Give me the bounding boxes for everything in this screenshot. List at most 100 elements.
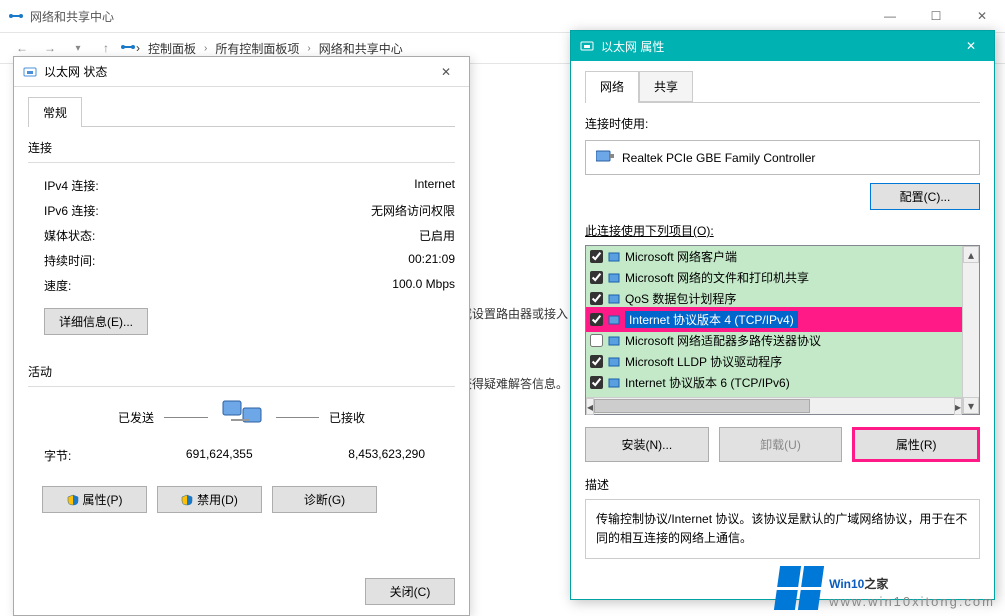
scroll-up-button[interactable]: ▴	[963, 246, 979, 263]
tab-general[interactable]: 常规	[28, 97, 82, 127]
description-text: 传输控制协议/Internet 协议。该协议是默认的广域网络协议，用于在不同的相…	[585, 499, 980, 559]
tab-sharing[interactable]: 共享	[639, 71, 693, 102]
protocol-checkbox[interactable]	[590, 376, 603, 389]
sent-label: 已发送	[44, 409, 154, 426]
props-tabs: 网络 共享	[585, 71, 980, 103]
status-title: 以太网 状态	[44, 63, 107, 80]
protocol-checkbox[interactable]	[590, 250, 603, 263]
protocol-checkbox[interactable]	[590, 355, 603, 368]
uninstall-button[interactable]: 卸载(U)	[719, 427, 843, 462]
received-label: 已接收	[329, 409, 439, 426]
windows-logo-icon	[774, 566, 824, 610]
media-value: 已启用	[419, 227, 455, 244]
ipv6-label: IPv6 连接:	[44, 202, 99, 219]
props-close-button[interactable]: ✕	[956, 32, 986, 60]
list-item[interactable]: Microsoft 网络适配器多路传送器协议	[586, 330, 962, 351]
chevron-icon: ›	[136, 41, 140, 55]
ethernet-status-dialog: 以太网 状态 ✕ 常规 连接 IPv4 连接: Internet IPv6 连接:…	[13, 56, 470, 616]
disable-button[interactable]: 禁用(D)	[157, 486, 262, 513]
ethernet-icon	[579, 38, 595, 54]
list-item[interactable]: Microsoft 网络客户端	[586, 246, 962, 267]
shield-icon	[181, 494, 193, 506]
scroll-thumb[interactable]	[594, 399, 810, 413]
chevron-icon: ›	[204, 43, 207, 54]
network-center-icon	[8, 8, 24, 24]
description-title: 描述	[585, 476, 980, 493]
adapter-name: Realtek PCIe GBE Family Controller	[622, 151, 815, 165]
list-item[interactable]: QoS 数据包计划程序	[586, 288, 962, 309]
vertical-scrollbar[interactable]: ▴ ▾	[962, 246, 979, 414]
list-item[interactable]: Internet 协议版本 4 (TCP/IPv4)	[586, 309, 962, 330]
ipv4-label: IPv4 连接:	[44, 177, 99, 194]
protocol-checkbox[interactable]	[590, 334, 603, 347]
speed-value: 100.0 Mbps	[392, 277, 455, 294]
bytes-label: 字节:	[44, 447, 117, 464]
tab-network[interactable]: 网络	[585, 71, 639, 103]
protocol-label: Internet 协议版本 4 (TCP/IPv4)	[625, 311, 798, 328]
minimize-button[interactable]: —	[867, 0, 913, 32]
duration-label: 持续时间:	[44, 252, 95, 269]
speed-label: 速度:	[44, 277, 71, 294]
ethernet-properties-dialog: 以太网 属性 ✕ 网络 共享 连接时使用: Realtek PCIe GBE F…	[570, 30, 995, 600]
list-item[interactable]: Internet 协议版本 6 (TCP/IPv6)	[586, 372, 962, 393]
status-close-button[interactable]: ✕	[431, 58, 461, 86]
ipv6-value: 无网络访问权限	[371, 202, 455, 219]
scroll-down-button[interactable]: ▾	[963, 397, 979, 414]
ipv4-value: Internet	[414, 177, 455, 194]
status-close-footer-button[interactable]: 关闭(C)	[365, 578, 455, 605]
protocol-checkbox[interactable]	[590, 292, 603, 305]
protocol-icon	[607, 376, 621, 390]
protocol-list[interactable]: Microsoft 网络客户端 Microsoft 网络的文件和打印机共享 QoS …	[585, 245, 980, 415]
shield-icon	[67, 494, 79, 506]
list-item[interactable]: Microsoft 网络的文件和打印机共享	[586, 267, 962, 288]
connection-section-title: 连接	[28, 139, 455, 156]
protocol-label: Microsoft LLDP 协议驱动程序	[625, 353, 782, 370]
props-titlebar: 以太网 属性 ✕	[571, 31, 994, 61]
scroll-right-button[interactable]: ▸	[954, 398, 962, 415]
protocol-icon	[607, 271, 621, 285]
breadcrumb-icon	[120, 39, 136, 58]
status-tabs: 常规	[28, 97, 455, 127]
protocol-label: Microsoft 网络适配器多路传送器协议	[625, 332, 821, 349]
main-titlebar: 网络和共享中心 — ☐ ✕	[0, 0, 1005, 32]
props-title: 以太网 属性	[601, 38, 664, 55]
watermark: Win10之家 www.win10xitong.com	[777, 566, 995, 610]
connect-using-label: 连接时使用:	[585, 115, 980, 132]
protocol-label: QoS 数据包计划程序	[625, 290, 736, 307]
protocol-checkbox[interactable]	[590, 313, 603, 326]
activity-section-title: 活动	[28, 363, 455, 380]
items-label: 此连接使用下列项目(O):	[585, 222, 980, 239]
chevron-icon: ›	[307, 43, 310, 54]
protocol-checkbox[interactable]	[590, 271, 603, 284]
network-activity-icon	[218, 397, 266, 437]
scroll-left-button[interactable]: ◂	[586, 398, 594, 415]
item-properties-button[interactable]: 属性(R)	[852, 427, 980, 462]
protocol-icon	[607, 313, 621, 327]
protocol-label: Microsoft 网络客户端	[625, 248, 737, 265]
status-titlebar: 以太网 状态 ✕	[14, 57, 469, 87]
protocol-label: Microsoft 网络的文件和打印机共享	[625, 269, 809, 286]
sent-bytes: 691,624,355	[117, 447, 253, 464]
diagnose-button[interactable]: 诊断(G)	[272, 486, 377, 513]
ethernet-icon	[22, 64, 38, 80]
media-label: 媒体状态:	[44, 227, 95, 244]
duration-value: 00:21:09	[408, 252, 455, 269]
watermark-url: www.win10xitong.com	[829, 594, 995, 609]
maximize-button[interactable]: ☐	[913, 0, 959, 32]
protocol-icon	[607, 292, 621, 306]
protocol-icon	[607, 250, 621, 264]
install-button[interactable]: 安装(N)...	[585, 427, 709, 462]
properties-button[interactable]: 属性(P)	[42, 486, 147, 513]
protocol-icon	[607, 334, 621, 348]
adapter-box: Realtek PCIe GBE Family Controller	[585, 140, 980, 175]
close-button[interactable]: ✕	[959, 0, 1005, 32]
horizontal-scrollbar[interactable]: ◂ ▸	[586, 397, 962, 414]
list-item[interactable]: Microsoft LLDP 协议驱动程序	[586, 351, 962, 372]
main-title: 网络和共享中心	[30, 8, 114, 25]
details-button[interactable]: 详细信息(E)...	[44, 308, 148, 335]
configure-button[interactable]: 配置(C)...	[870, 183, 980, 210]
protocol-label: Internet 协议版本 6 (TCP/IPv6)	[625, 374, 790, 391]
recv-bytes: 8,453,623,290	[289, 447, 425, 464]
adapter-icon	[596, 149, 614, 166]
protocol-icon	[607, 355, 621, 369]
